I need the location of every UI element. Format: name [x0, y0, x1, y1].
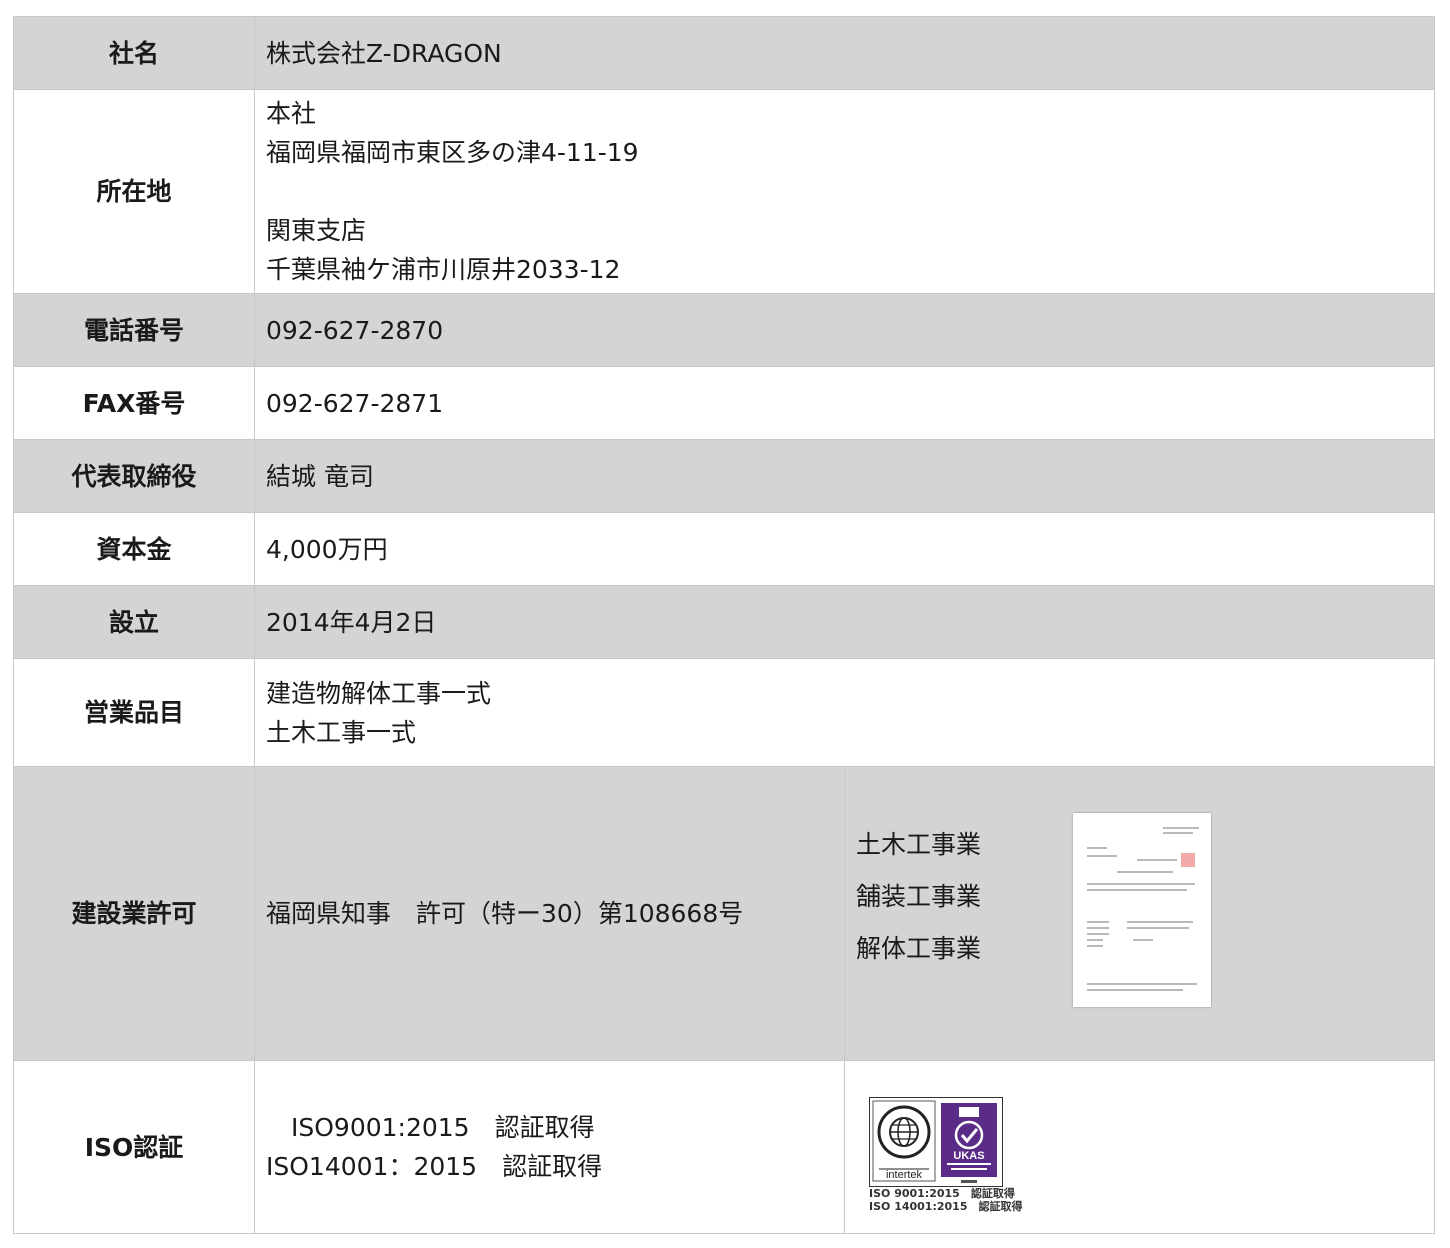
head-office-address: 福岡県福岡市東区多の津4-11-19 — [266, 138, 639, 167]
row-phone: 電話番号 092-627-2870 — [13, 293, 1435, 367]
value-license: 福岡県知事 許可（特ー30）第108668号 — [254, 766, 845, 1061]
iso-logo-caption: ISO 9001:2015 認証取得 ISO 14001:2015 認証取得 — [869, 1187, 1023, 1213]
value-representative: 結城 竜司 — [254, 439, 1435, 513]
company-info-table: 社名 株式会社Z-DRAGON 所在地 本社 福岡県福岡市東区多の津4-11-1… — [13, 16, 1435, 1234]
label-license: 建設業許可 — [13, 766, 255, 1061]
row-location: 所在地 本社 福岡県福岡市東区多の津4-11-19 関東支店 千葉県袖ケ浦市川原… — [13, 89, 1435, 294]
iso-logo-cell: intertek UKAS ISO 9001:2015 認証取得 ISO 140… — [844, 1060, 1435, 1234]
label-company: 社名 — [13, 16, 255, 90]
label-location: 所在地 — [13, 89, 255, 294]
license-type: 解体工事業 — [856, 934, 982, 963]
label-capital: 資本金 — [13, 512, 255, 586]
value-established: 2014年4月2日 — [254, 585, 1435, 659]
label-fax: FAX番号 — [13, 366, 255, 440]
label-representative: 代表取締役 — [13, 439, 255, 513]
row-company: 社名 株式会社Z-DRAGON — [13, 16, 1435, 90]
svg-text:intertek: intertek — [886, 1169, 923, 1181]
iso-caption-line: ISO 9001:2015 認証取得 — [869, 1187, 1015, 1200]
branch-title: 関東支店 — [266, 216, 367, 245]
row-representative: 代表取締役 結城 竜司 — [13, 439, 1435, 513]
row-fax: FAX番号 092-627-2871 — [13, 366, 1435, 440]
license-type: 舗装工事業 — [856, 882, 982, 911]
row-capital: 資本金 4,000万円 — [13, 512, 1435, 586]
permit-document-image — [1073, 813, 1211, 1007]
iso-caption-line: ISO 14001:2015 認証取得 — [869, 1200, 1023, 1213]
value-iso: ISO9001:2015 認証取得 ISO14001：2015 認証取得 — [254, 1060, 845, 1234]
label-established: 設立 — [13, 585, 255, 659]
value-fax: 092-627-2871 — [254, 366, 1435, 440]
branch-address: 千葉県袖ケ浦市川原井2033-12 — [266, 255, 621, 284]
value-business: 建造物解体工事一式 土木工事一式 — [254, 658, 1435, 767]
row-iso: ISO認証 ISO9001:2015 認証取得 ISO14001：2015 認証… — [13, 1060, 1435, 1234]
svg-text:UKAS: UKAS — [953, 1150, 984, 1162]
license-types: 土木工事業 舗装工事業 解体工事業 — [856, 819, 981, 975]
license-types-cell: 土木工事業 舗装工事業 解体工事業 — [844, 766, 1435, 1061]
value-phone: 092-627-2870 — [254, 293, 1435, 367]
business-item: 土木工事一式 — [266, 717, 417, 747]
seal-icon — [1181, 853, 1195, 867]
value-company: 株式会社Z-DRAGON — [254, 16, 1435, 90]
business-item: 建造物解体工事一式 — [266, 678, 492, 708]
iso-certification-logo: intertek UKAS — [869, 1097, 1003, 1187]
license-type: 土木工事業 — [856, 830, 982, 859]
label-iso: ISO認証 — [13, 1060, 255, 1234]
row-business: 営業品目 建造物解体工事一式 土木工事一式 — [13, 658, 1435, 767]
row-license: 建設業許可 福岡県知事 許可（特ー30）第108668号 土木工事業 舗装工事業… — [13, 766, 1435, 1061]
head-office-title: 本社 — [266, 99, 317, 128]
label-phone: 電話番号 — [13, 293, 255, 367]
row-established: 設立 2014年4月2日 — [13, 585, 1435, 659]
label-business: 営業品目 — [13, 658, 255, 767]
iso-line: ISO14001：2015 認証取得 — [266, 1152, 603, 1181]
value-capital: 4,000万円 — [254, 512, 1435, 586]
iso-line: ISO9001:2015 認証取得 — [266, 1113, 595, 1142]
value-location: 本社 福岡県福岡市東区多の津4-11-19 関東支店 千葉県袖ケ浦市川原井203… — [254, 89, 1435, 294]
